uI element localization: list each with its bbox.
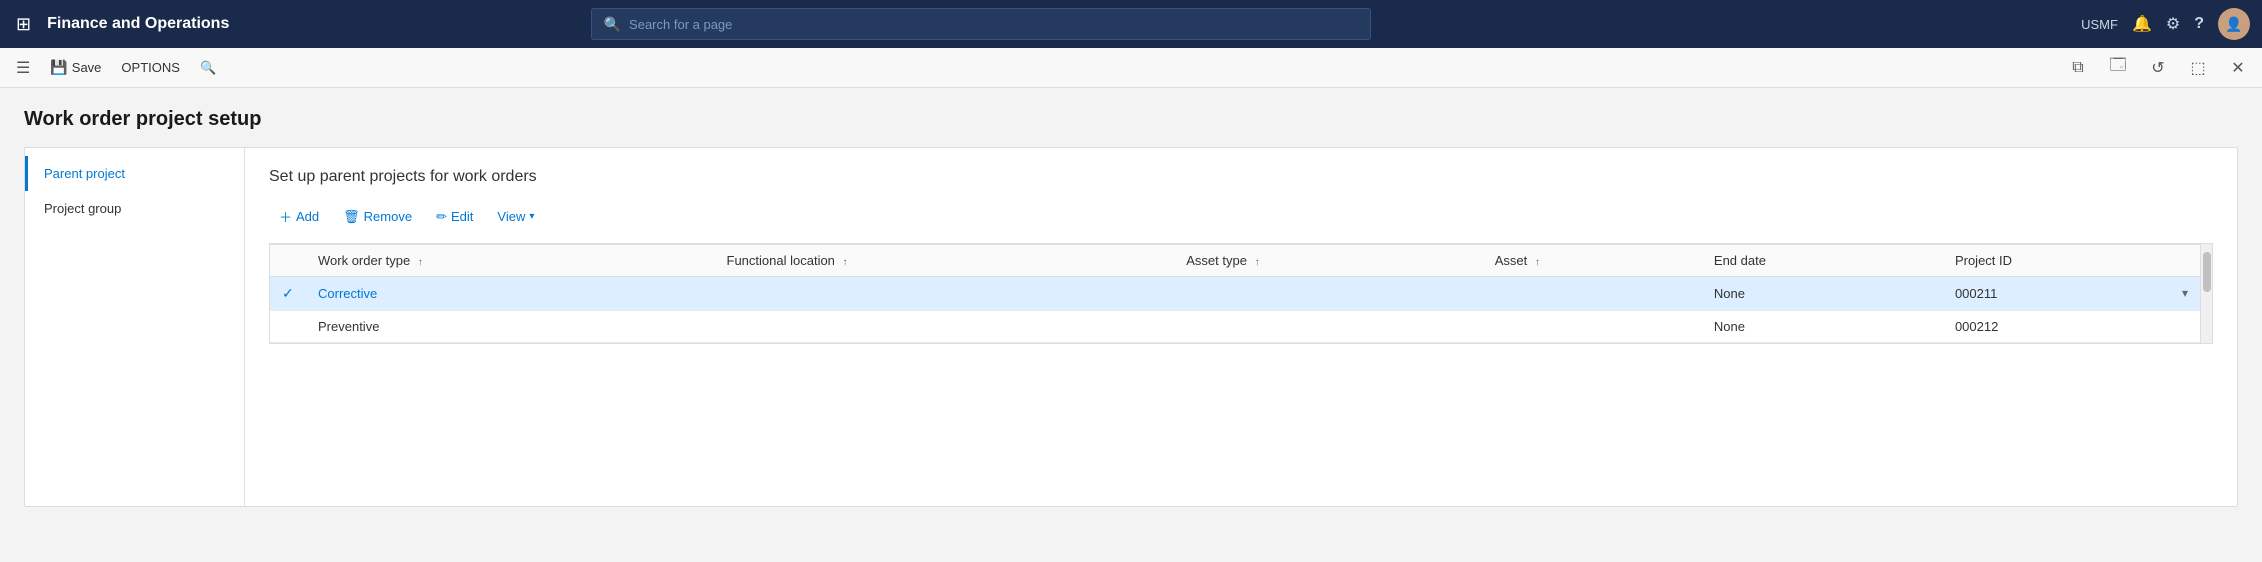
table-wrapper: Work order type ↑ Functional location ↑ … (269, 243, 2213, 344)
data-table: Work order type ↑ Functional location ↑ … (270, 244, 2200, 343)
save-button[interactable]: 💾 Save (42, 52, 109, 84)
help-icon[interactable]: ? (2194, 15, 2204, 33)
row-dropdown-icon[interactable]: ▾ (2182, 286, 2188, 300)
cell-project-id-2: 000212 (1943, 311, 2200, 343)
sort-icon-work-order-type: ↑ (418, 257, 423, 268)
page-title: Work order project setup (24, 108, 2238, 131)
restore-button[interactable]: ⬚ (2182, 52, 2214, 84)
cell-asset-2 (1483, 311, 1702, 343)
options-button[interactable]: OPTIONS (113, 52, 188, 84)
cell-functional-location-1 (715, 277, 1175, 311)
command-search-button[interactable]: 🔍 (192, 52, 224, 84)
hamburger-icon[interactable]: ☰ (8, 54, 38, 82)
col-project-id[interactable]: Project ID (1943, 245, 2200, 277)
close-button[interactable]: ✕ (2222, 52, 2254, 84)
sidebar-item-parent-project[interactable]: Parent project (25, 156, 244, 191)
top-nav-bar: ⊞ Finance and Operations 🔍 USMF 🔔 ⚙ ? 👤 (0, 0, 2262, 48)
sidebar-item-project-group[interactable]: Project group (25, 191, 244, 226)
table-header-row: Work order type ↑ Functional location ↑ … (270, 245, 2200, 277)
cell-end-date-2: None (1702, 311, 1943, 343)
cell-functional-location-2 (715, 311, 1175, 343)
page-content: Work order project setup Parent project … (0, 88, 2262, 527)
col-asset-type[interactable]: Asset type ↑ (1174, 245, 1483, 277)
col-functional-location[interactable]: Functional location ↑ (715, 245, 1175, 277)
cell-work-order-type-2[interactable]: Preventive (306, 311, 715, 343)
search-icon: 🔍 (604, 16, 621, 33)
table-row[interactable]: Preventive None 000212 (270, 311, 2200, 343)
sort-icon-functional-location: ↑ (843, 257, 848, 268)
col-end-date[interactable]: End date (1702, 245, 1943, 277)
cell-end-date-1: None (1702, 277, 1943, 311)
scrollbar-thumb[interactable] (2203, 252, 2211, 292)
add-button[interactable]: ＋ Add (269, 202, 329, 231)
cell-project-id-1[interactable]: 000211 ▾ (1943, 277, 2200, 311)
left-nav: Parent project Project group (25, 148, 245, 506)
top-nav-right: USMF 🔔 ⚙ ? 👤 (2081, 8, 2250, 40)
row-check-2 (270, 311, 306, 343)
remove-button[interactable]: 🗑 Remove (333, 204, 422, 230)
col-asset[interactable]: Asset ↑ (1483, 245, 1702, 277)
row-check-1: ✓ (270, 277, 306, 311)
main-card: Parent project Project group Set up pare… (24, 147, 2238, 507)
sort-icon-asset-type: ↑ (1255, 257, 1260, 268)
remove-icon: 🗑 (343, 209, 360, 225)
avatar[interactable]: 👤 (2218, 8, 2250, 40)
command-bar: ☰ 💾 Save OPTIONS 🔍 ⧉ 🗔 ↺ ⬚ ✕ (0, 48, 2262, 88)
add-icon: ＋ (279, 207, 292, 226)
save-icon: 💾 (50, 59, 67, 76)
right-content: Set up parent projects for work orders ＋… (245, 148, 2237, 506)
cell-asset-1 (1483, 277, 1702, 311)
table-row[interactable]: ✓ Corrective None 000211 ▾ (270, 277, 2200, 311)
search-bar[interactable]: 🔍 (591, 8, 1371, 40)
search-input[interactable] (629, 17, 1358, 32)
settings-icon[interactable]: ⚙ (2166, 14, 2180, 34)
notification-icon[interactable]: 🔔 (2132, 14, 2152, 34)
cell-work-order-type-1[interactable]: Corrective (306, 277, 715, 311)
edit-button[interactable]: ✏ Edit (426, 204, 483, 230)
open-in-new-button[interactable]: 🗔 (2102, 52, 2134, 84)
checkmark-icon: ✓ (282, 285, 294, 301)
command-bar-right: ⧉ 🗔 ↺ ⬚ ✕ (2062, 52, 2254, 84)
cell-asset-type-2 (1174, 311, 1483, 343)
section-title: Set up parent projects for work orders (269, 168, 2213, 186)
app-title: Finance and Operations (47, 15, 229, 33)
table-inner: Work order type ↑ Functional location ↑ … (270, 244, 2200, 343)
sort-icon-asset: ↑ (1535, 257, 1540, 268)
scrollbar[interactable] (2200, 244, 2212, 343)
command-search-icon: 🔍 (200, 60, 216, 76)
view-button[interactable]: View ▾ (487, 204, 544, 229)
table-toolbar: ＋ Add 🗑 Remove ✏ Edit View ▾ (269, 202, 2213, 231)
col-check (270, 245, 306, 277)
edit-icon: ✏ (436, 209, 447, 225)
refresh-button[interactable]: ↺ (2142, 52, 2174, 84)
related-info-button[interactable]: ⧉ (2062, 52, 2094, 84)
col-work-order-type[interactable]: Work order type ↑ (306, 245, 715, 277)
cell-asset-type-1 (1174, 277, 1483, 311)
grid-icon[interactable]: ⊞ (12, 10, 35, 39)
view-dropdown-icon: ▾ (529, 211, 534, 222)
user-label[interactable]: USMF (2081, 17, 2118, 32)
